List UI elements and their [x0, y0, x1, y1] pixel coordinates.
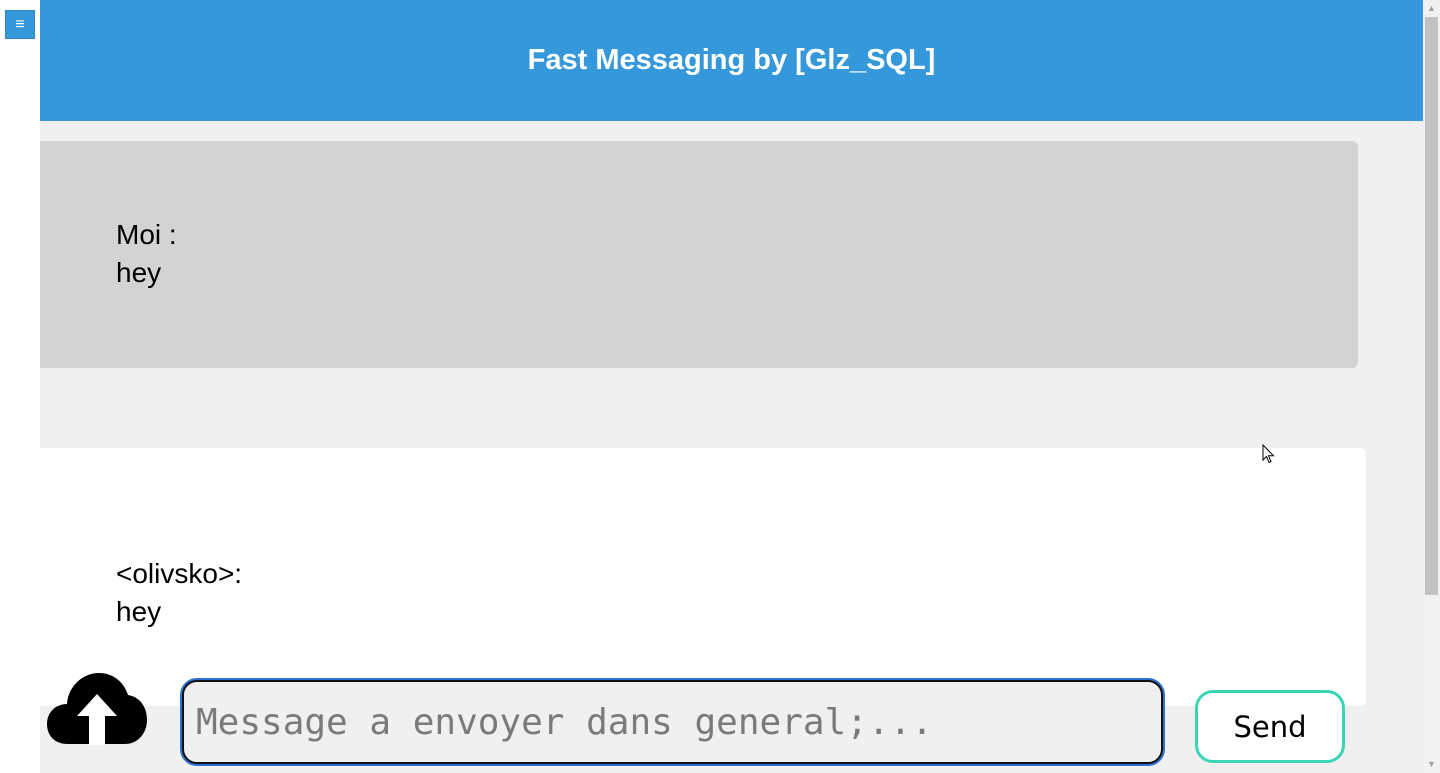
menu-icon[interactable]: ≡ [5, 10, 35, 39]
message-author: Moi : [116, 219, 177, 250]
cloud-upload-icon[interactable] [46, 670, 148, 746]
message-text: hey [116, 596, 162, 627]
message-other: <olivsko>: hey [40, 448, 1366, 706]
message-text: hey [116, 257, 162, 288]
message-author: <olivsko>: [116, 558, 243, 589]
send-button[interactable]: Send [1195, 690, 1345, 763]
scroll-down-icon[interactable]: ▼ [1423, 756, 1440, 773]
chat-area: Fast Messaging by [Glz_SQL] Moi : hey <o… [40, 0, 1423, 773]
scrollbar[interactable]: ▲ ▼ [1423, 0, 1440, 773]
message-own: Moi : hey [40, 141, 1358, 368]
mouse-cursor-icon [1262, 443, 1276, 464]
message-input[interactable] [180, 678, 1165, 766]
page-title: Fast Messaging by [Glz_SQL] [527, 44, 936, 76]
scroll-thumb[interactable] [1425, 17, 1438, 595]
header: Fast Messaging by [Glz_SQL] [40, 0, 1423, 121]
scroll-up-icon[interactable]: ▲ [1423, 0, 1440, 17]
sidebar: ≡ [0, 0, 40, 773]
